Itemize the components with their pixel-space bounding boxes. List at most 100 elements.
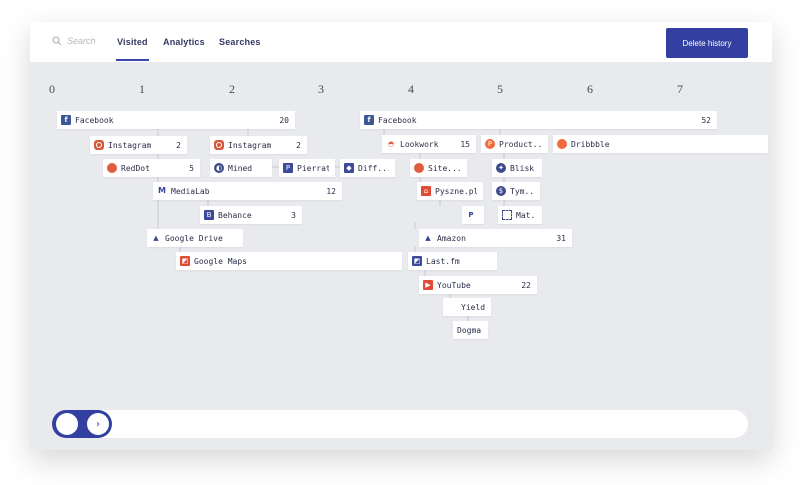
top-bar: Search Visited Analytics Searches Delete… — [30, 22, 772, 62]
pyszne-icon: ⌂ — [421, 186, 431, 196]
node-label: Mined — [228, 163, 253, 173]
instagram-icon — [214, 140, 224, 150]
tym-icon: $ — [496, 186, 506, 196]
node-label: Facebook — [378, 115, 417, 125]
facebook-icon: f — [364, 115, 374, 125]
node-label: Tym.. — [510, 186, 534, 196]
node-label: MediaLab — [171, 186, 210, 196]
node-label: Amazon — [437, 233, 466, 243]
history-node[interactable]: ◓ Lookwork 15 — [382, 135, 476, 153]
node-label: Google Maps — [194, 256, 247, 266]
node-label: Dogma — [457, 325, 482, 335]
history-node[interactable]: f Facebook 20 — [57, 111, 295, 129]
delete-history-button[interactable]: Delete history — [666, 28, 748, 58]
tab-visited[interactable]: Visited — [117, 37, 148, 47]
history-node[interactable]: ◩ Last.fm — [408, 252, 497, 270]
history-node[interactable]: Site... — [410, 159, 467, 177]
mat-icon — [502, 210, 512, 220]
blisk-icon: ✦ — [496, 163, 506, 173]
google-drive-icon: ▲ — [153, 234, 159, 242]
visit-count: 5 — [189, 163, 194, 173]
column-label: 1 — [139, 82, 145, 96]
node-label: Facebook — [75, 115, 114, 125]
history-node[interactable]: P — [462, 206, 484, 224]
visit-count: 52 — [701, 115, 711, 125]
node-label: Dribbble — [571, 139, 610, 149]
history-node[interactable]: Dribbble — [553, 135, 768, 153]
history-node[interactable]: M MediaLab 12 — [153, 182, 342, 200]
visit-count: 20 — [279, 115, 289, 125]
history-node[interactable]: P Pierrat — [279, 159, 335, 177]
scroll-handle-left[interactable] — [56, 413, 78, 435]
column-label: 3 — [318, 82, 324, 96]
history-node[interactable]: ▶ YouTube 22 — [419, 276, 537, 294]
node-label: Site... — [428, 163, 461, 173]
history-node[interactable]: ◐ Mined — [210, 159, 272, 177]
history-node[interactable]: Mat.. — [498, 206, 542, 224]
column-label: 0 — [49, 82, 55, 96]
node-label: Lookwork — [400, 139, 439, 149]
column-label: 4 — [408, 82, 414, 96]
tab-analytics[interactable]: Analytics — [163, 37, 205, 47]
facebook-icon: f — [61, 115, 71, 125]
visit-count: 3 — [291, 210, 296, 220]
tab-searches[interactable]: Searches — [219, 37, 261, 47]
visit-count: 12 — [326, 186, 336, 196]
search-icon — [52, 36, 62, 46]
dribbble-icon — [557, 139, 567, 149]
yields-icon: Y — [449, 303, 455, 311]
active-tab-indicator — [116, 59, 149, 61]
search-placeholder: Search — [67, 36, 96, 46]
behance-icon: B — [204, 210, 214, 220]
history-node[interactable]: f Facebook 52 — [360, 111, 717, 129]
timeline-scroll-track[interactable] — [52, 410, 748, 438]
column-label: 6 — [587, 82, 593, 96]
pierrat-icon: P — [283, 163, 293, 173]
node-label: Product.. — [499, 139, 542, 149]
lookwork-icon: ◓ — [387, 140, 395, 148]
history-node[interactable]: ▲ Amazon 31 — [419, 229, 572, 247]
node-label: Behance — [218, 210, 252, 220]
node-label: Pyszne.pl — [435, 186, 477, 196]
column-label: 7 — [677, 82, 683, 96]
history-node[interactable]: Y Yields — [443, 298, 491, 316]
product-hunt-icon: P — [485, 139, 495, 149]
visit-count: 15 — [460, 139, 470, 149]
mined-icon: ◐ — [214, 163, 224, 173]
node-label: Instagram — [108, 140, 152, 150]
node-label: Mat.. — [516, 210, 536, 220]
history-node[interactable]: ✦ Blisk — [492, 159, 542, 177]
visit-count: 22 — [521, 280, 531, 290]
node-label: Blisk — [510, 163, 535, 173]
history-node[interactable]: P Product.. — [481, 135, 548, 153]
site-icon — [414, 163, 424, 173]
history-node[interactable]: ◆ Diff... — [340, 159, 395, 177]
amazon-icon: ▲ — [425, 234, 431, 242]
youtube-icon: ▶ — [423, 280, 433, 290]
visit-count: 31 — [556, 233, 566, 243]
timeline-scroll-thumb[interactable]: › — [52, 410, 112, 438]
node-label: Google Drive — [165, 233, 223, 243]
history-node[interactable]: B Behance 3 — [200, 206, 302, 224]
chevron-right-icon[interactable]: › — [87, 413, 109, 435]
google-maps-icon: ◩ — [180, 256, 190, 266]
paypal-icon: P — [468, 211, 474, 219]
node-label: Pierrat — [297, 163, 329, 173]
history-node[interactable]: $ Tym.. — [492, 182, 540, 200]
column-label: 5 — [497, 82, 503, 96]
history-node[interactable]: Instagram 2 — [90, 136, 187, 154]
history-node[interactable]: ◩ Google Maps — [176, 252, 402, 270]
node-label: Diff... — [358, 163, 389, 173]
history-node[interactable]: Dogma — [453, 321, 488, 339]
node-label: RedDot — [121, 163, 150, 173]
search-box[interactable]: Search — [52, 36, 96, 46]
history-node[interactable]: RedDot 5 — [103, 159, 200, 177]
history-node[interactable]: Instagram 2 — [210, 136, 307, 154]
node-label: Yields — [461, 302, 485, 312]
visit-count: 2 — [296, 140, 301, 150]
history-node[interactable]: ⌂ Pyszne.pl — [417, 182, 483, 200]
instagram-icon — [94, 140, 104, 150]
medialab-icon: M — [158, 186, 166, 195]
lastfm-icon: ◩ — [412, 256, 422, 266]
history-node[interactable]: ▲ Google Drive — [147, 229, 243, 247]
